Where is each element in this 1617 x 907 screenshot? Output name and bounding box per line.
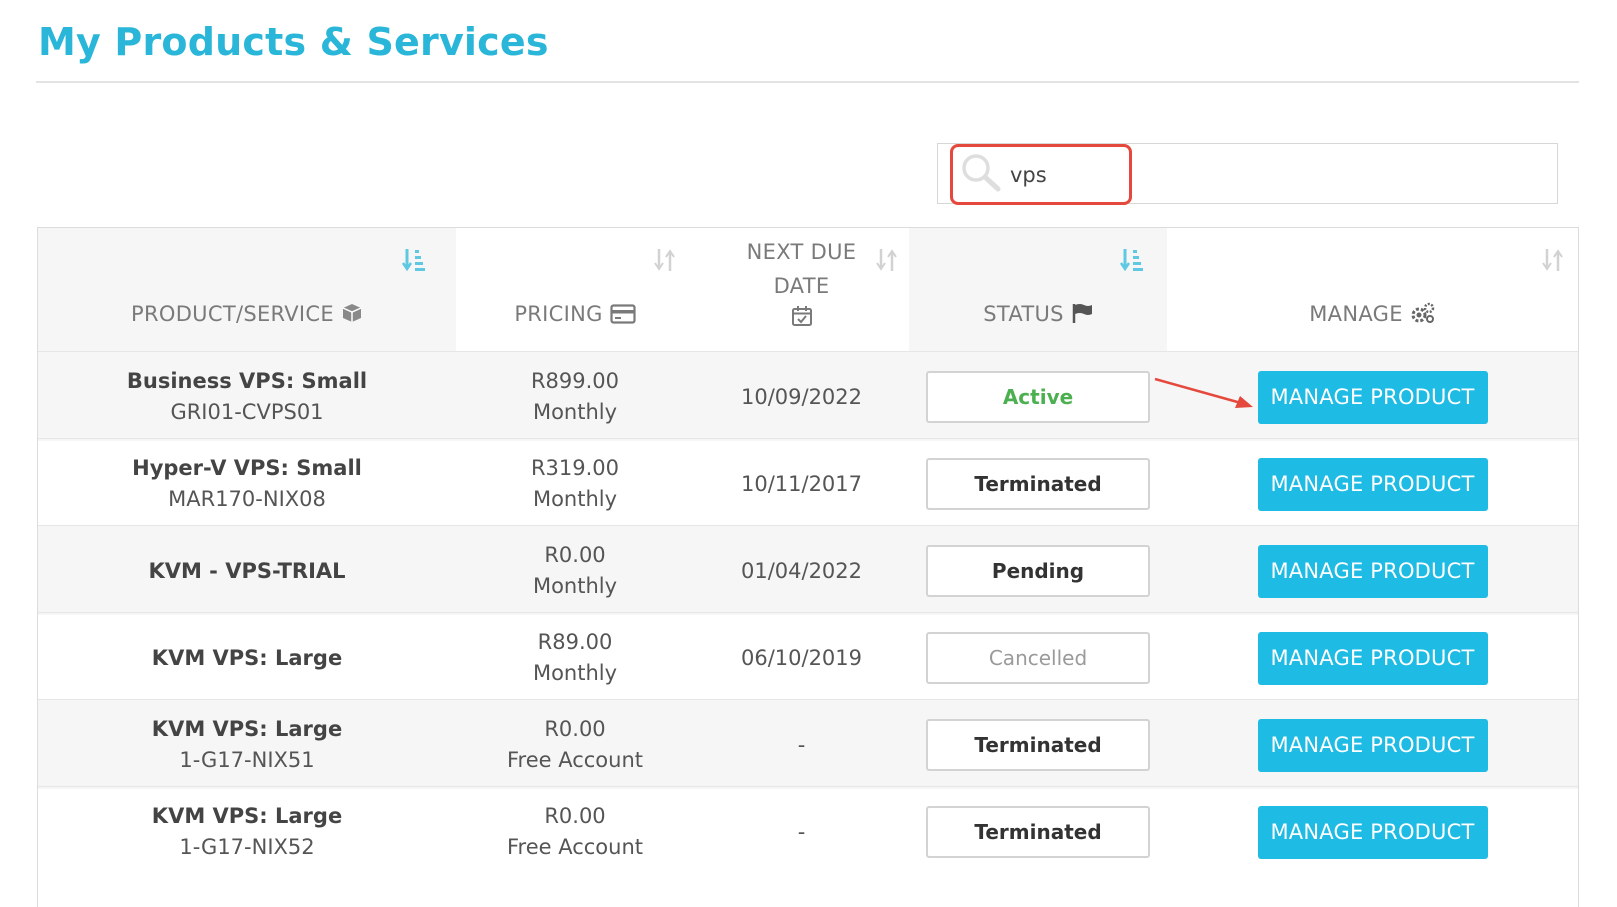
header-pricing[interactable]: PRICING: [456, 228, 694, 361]
status-badge: Terminated: [926, 719, 1150, 771]
billing-cycle: Free Account: [506, 748, 644, 772]
table-row: KVM - VPS-TRIAL R0.00 Monthly 01/04/2022…: [38, 525, 1578, 615]
product-price: R319.00: [530, 456, 620, 480]
status-badge: Active: [926, 371, 1150, 423]
product-name: KVM - VPS-TRIAL: [148, 558, 346, 583]
manage-product-button[interactable]: MANAGE PRODUCT: [1257, 544, 1488, 598]
status-badge: Pending: [926, 545, 1150, 597]
table-row: KVM VPS: Large 1-G17-NIX51 R0.00 Free Ac…: [38, 699, 1578, 789]
header-manage[interactable]: MANAGE: [1167, 228, 1578, 361]
manage-product-button[interactable]: MANAGE PRODUCT: [1257, 370, 1488, 424]
header-status[interactable]: STATUS: [909, 228, 1167, 361]
table-row: KVM VPS: Large 1-G17-NIX52 R0.00 Free Ac…: [38, 786, 1578, 876]
header-next-due-label-line2: DATE: [773, 274, 830, 298]
next-due-date: 10/11/2017: [740, 471, 863, 496]
credit-card-icon: [610, 304, 636, 324]
header-manage-label: MANAGE: [1309, 302, 1403, 326]
table-row: KVM VPS: Large R89.00 Monthly 06/10/2019…: [38, 612, 1578, 702]
calendar-check-icon: [791, 306, 812, 326]
product-price: R0.00: [544, 717, 606, 741]
next-due-date: -: [797, 732, 806, 757]
product-hostname: MAR170-NIX08: [168, 487, 326, 511]
header-status-label: STATUS: [983, 302, 1064, 326]
header-pricing-label: PRICING: [514, 302, 603, 326]
billing-cycle: Monthly: [532, 400, 618, 424]
manage-product-button[interactable]: MANAGE PRODUCT: [1257, 718, 1488, 772]
product-price: R0.00: [544, 543, 606, 567]
manage-product-button[interactable]: MANAGE PRODUCT: [1257, 631, 1488, 685]
page-title: My Products & Services: [38, 20, 549, 64]
header-next-due-date[interactable]: NEXT DUE DATE: [694, 228, 909, 361]
product-hostname: 1-G17-NIX51: [179, 748, 315, 772]
header-product[interactable]: PRODUCT/SERVICE: [38, 228, 456, 361]
product-name: KVM VPS: Large: [151, 645, 343, 670]
next-due-date: 10/09/2022: [740, 384, 863, 409]
product-price: R89.00: [537, 630, 613, 654]
next-due-date: 06/10/2019: [740, 645, 863, 670]
product-name: Business VPS: Small: [126, 369, 368, 393]
cube-icon: [342, 304, 362, 322]
flag-icon: [1072, 304, 1092, 323]
sort-active-icon: [1120, 249, 1143, 272]
table-header: PRODUCT/SERVICE PRICING NEXT DUE DATE ST…: [38, 228, 1578, 367]
sort-icon: [1542, 249, 1563, 271]
next-due-date: 01/04/2022: [740, 558, 863, 583]
products-table: PRODUCT/SERVICE PRICING NEXT DUE DATE ST…: [37, 227, 1579, 907]
product-name: KVM VPS: Large: [151, 717, 343, 741]
billing-cycle: Monthly: [532, 487, 618, 511]
billing-cycle: Free Account: [506, 835, 644, 859]
search-highlight-annotation: [950, 144, 1132, 205]
product-price: R0.00: [544, 804, 606, 828]
product-price: R899.00: [530, 369, 620, 393]
arrow-annotation-icon: [1154, 377, 1253, 408]
product-hostname: 1-G17-NIX52: [179, 835, 315, 859]
table-row: Hyper-V VPS: Small MAR170-NIX08 R319.00 …: [38, 438, 1578, 528]
header-product-label: PRODUCT/SERVICE: [131, 302, 334, 326]
status-badge: Cancelled: [926, 632, 1150, 684]
product-name: Hyper-V VPS: Small: [132, 456, 362, 480]
title-divider: [36, 81, 1579, 83]
product-name: KVM VPS: Large: [151, 804, 343, 828]
next-due-date: -: [797, 819, 806, 844]
manage-product-button[interactable]: MANAGE PRODUCT: [1257, 805, 1488, 859]
sort-icon: [654, 249, 675, 271]
gears-icon: [1411, 302, 1435, 323]
table-row: Business VPS: Small GRI01-CVPS01 R899.00…: [38, 351, 1578, 441]
status-badge: Terminated: [926, 458, 1150, 510]
manage-product-button[interactable]: MANAGE PRODUCT: [1257, 457, 1488, 511]
billing-cycle: Monthly: [532, 661, 618, 685]
billing-cycle: Monthly: [532, 574, 618, 598]
header-next-due-label-line1: NEXT DUE: [746, 240, 857, 264]
product-hostname: GRI01-CVPS01: [170, 400, 324, 424]
status-badge: Terminated: [926, 806, 1150, 858]
sort-active-icon: [402, 249, 425, 272]
